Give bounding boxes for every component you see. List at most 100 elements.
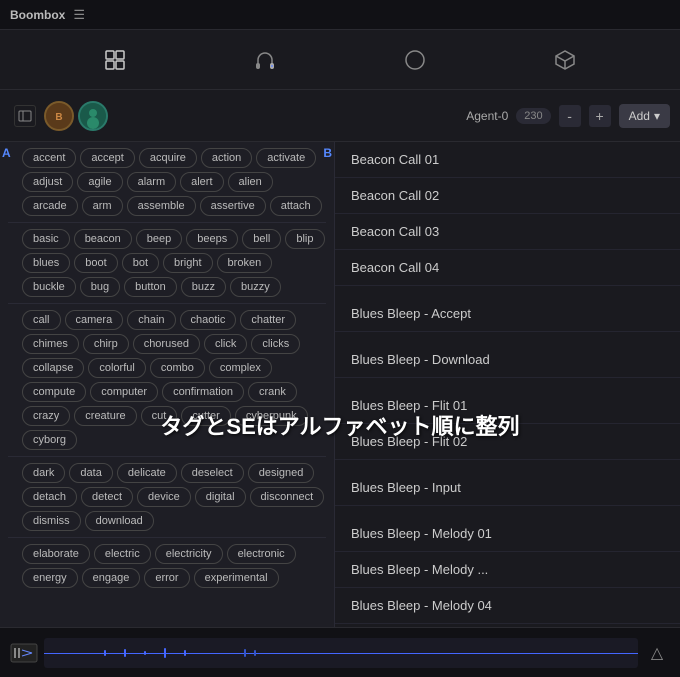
sound-item[interactable]: Beacon Call 04 [335, 250, 680, 286]
tag-complex[interactable]: complex [209, 358, 272, 378]
tag-chatter[interactable]: chatter [240, 310, 296, 330]
tag-button[interactable]: button [124, 277, 177, 297]
tag-engage[interactable]: engage [82, 568, 141, 588]
tag-device[interactable]: device [137, 487, 191, 507]
sound-item[interactable]: Blues Bleep - Flit 01 [335, 388, 680, 424]
tag-buckle[interactable]: buckle [22, 277, 76, 297]
tag-buzz[interactable]: buzz [181, 277, 226, 297]
tag-alert[interactable]: alert [180, 172, 223, 192]
tag-electronic[interactable]: electronic [227, 544, 296, 564]
waveform-area[interactable] [44, 638, 638, 668]
tag-error[interactable]: error [144, 568, 189, 588]
tag-dark[interactable]: dark [22, 463, 65, 483]
tag-broken[interactable]: broken [217, 253, 273, 273]
tag-electricity[interactable]: electricity [155, 544, 223, 564]
sound-item[interactable]: Beacon Call 03 [335, 214, 680, 250]
tag-deselect[interactable]: deselect [181, 463, 244, 483]
tag-detach[interactable]: detach [22, 487, 77, 507]
tag-chimes[interactable]: chimes [22, 334, 79, 354]
tag-chirp[interactable]: chirp [83, 334, 129, 354]
tag-agile[interactable]: agile [77, 172, 122, 192]
tag-disconnect[interactable]: disconnect [250, 487, 325, 507]
tag-compute[interactable]: compute [22, 382, 86, 402]
tag-crank[interactable]: crank [248, 382, 297, 402]
tag-designed[interactable]: designed [248, 463, 315, 483]
tag-bug[interactable]: bug [80, 277, 120, 297]
tag-action[interactable]: action [201, 148, 252, 168]
tag-alarm[interactable]: alarm [127, 172, 177, 192]
tag-call[interactable]: call [22, 310, 61, 330]
sound-item[interactable]: Blues Bleep - Melody 04 [335, 588, 680, 624]
tag-digital[interactable]: digital [195, 487, 246, 507]
headphone-nav-icon[interactable] [247, 42, 283, 78]
tag-detect[interactable]: detect [81, 487, 133, 507]
transport-icon[interactable] [10, 643, 38, 663]
tag-activate[interactable]: activate [256, 148, 316, 168]
tag-accept[interactable]: accept [80, 148, 134, 168]
tag-cutter[interactable]: cutter [181, 406, 231, 426]
sound-item[interactable]: Blues Bleep - Melody ... [335, 552, 680, 588]
tag-delicate[interactable]: delicate [117, 463, 177, 483]
box-nav-icon[interactable] [547, 42, 583, 78]
plus-button[interactable]: + [589, 105, 611, 127]
tag-bright[interactable]: bright [163, 253, 213, 273]
tag-acquire[interactable]: acquire [139, 148, 197, 168]
tag-experimental[interactable]: experimental [194, 568, 279, 588]
tag-elaborate[interactable]: elaborate [22, 544, 90, 564]
tag-blip[interactable]: blip [285, 229, 324, 249]
tag-bell[interactable]: bell [242, 229, 281, 249]
grid-nav-icon[interactable] [97, 42, 133, 78]
tag-chaotic[interactable]: chaotic [180, 310, 237, 330]
tag-clicks[interactable]: clicks [251, 334, 300, 354]
triangle-button[interactable]: △ [644, 640, 670, 666]
tag-confirmation[interactable]: confirmation [162, 382, 244, 402]
sound-item[interactable]: Blues Bleep - Melody 01 [335, 516, 680, 552]
tag-camera[interactable]: camera [65, 310, 124, 330]
tag-cyborg[interactable]: cyborg [22, 430, 77, 450]
tag-assertive[interactable]: assertive [200, 196, 266, 216]
tag-accent[interactable]: accent [22, 148, 76, 168]
tag-electric[interactable]: electric [94, 544, 151, 564]
sound-item[interactable]: Beacon Call 02 [335, 178, 680, 214]
tag-buzzy[interactable]: buzzy [230, 277, 281, 297]
tag-boot[interactable]: boot [74, 253, 117, 273]
tag-blues[interactable]: blues [22, 253, 70, 273]
tag-download[interactable]: download [85, 511, 154, 531]
sound-item[interactable]: Blues Bleep - Flit 02 [335, 424, 680, 460]
tag-basic[interactable]: basic [22, 229, 70, 249]
sound-item[interactable]: Blues Bleep - Accept [335, 296, 680, 332]
tag-computer[interactable]: computer [90, 382, 158, 402]
tag-arcade[interactable]: arcade [22, 196, 78, 216]
tag-attach[interactable]: attach [270, 196, 322, 216]
tag-beeps[interactable]: beeps [186, 229, 238, 249]
tag-data[interactable]: data [69, 463, 112, 483]
tag-energy[interactable]: energy [22, 568, 78, 588]
tag-creature[interactable]: creature [74, 406, 136, 426]
tag-assemble[interactable]: assemble [127, 196, 196, 216]
tag-dismiss[interactable]: dismiss [22, 511, 81, 531]
avatar-1[interactable]: B [44, 101, 74, 131]
tag-cut[interactable]: cut [141, 406, 178, 426]
menu-icon[interactable]: ☰ [73, 7, 85, 23]
tag-crazy[interactable]: crazy [22, 406, 70, 426]
tag-click[interactable]: click [204, 334, 247, 354]
tag-alien[interactable]: alien [228, 172, 273, 192]
sidebar-toggle[interactable] [14, 105, 36, 127]
sound-item[interactable]: Blues Bleep - Download [335, 342, 680, 378]
tag-beep[interactable]: beep [136, 229, 182, 249]
tag-colorful[interactable]: colorful [88, 358, 145, 378]
tag-arm[interactable]: arm [82, 196, 123, 216]
tag-cyberpunk[interactable]: cyberpunk [235, 406, 308, 426]
circle-nav-icon[interactable] [397, 42, 433, 78]
avatar-2[interactable] [78, 101, 108, 131]
tag-bot[interactable]: bot [122, 253, 159, 273]
tag-chorused[interactable]: chorused [133, 334, 200, 354]
tag-adjust[interactable]: adjust [22, 172, 73, 192]
add-button[interactable]: Add ▾ [619, 104, 670, 128]
sound-item[interactable]: Beacon Call 01 [335, 142, 680, 178]
tag-beacon[interactable]: beacon [74, 229, 132, 249]
tag-chain[interactable]: chain [127, 310, 175, 330]
tag-collapse[interactable]: collapse [22, 358, 84, 378]
tag-combo[interactable]: combo [150, 358, 205, 378]
sound-item[interactable]: Blues Bleep - Input [335, 470, 680, 506]
